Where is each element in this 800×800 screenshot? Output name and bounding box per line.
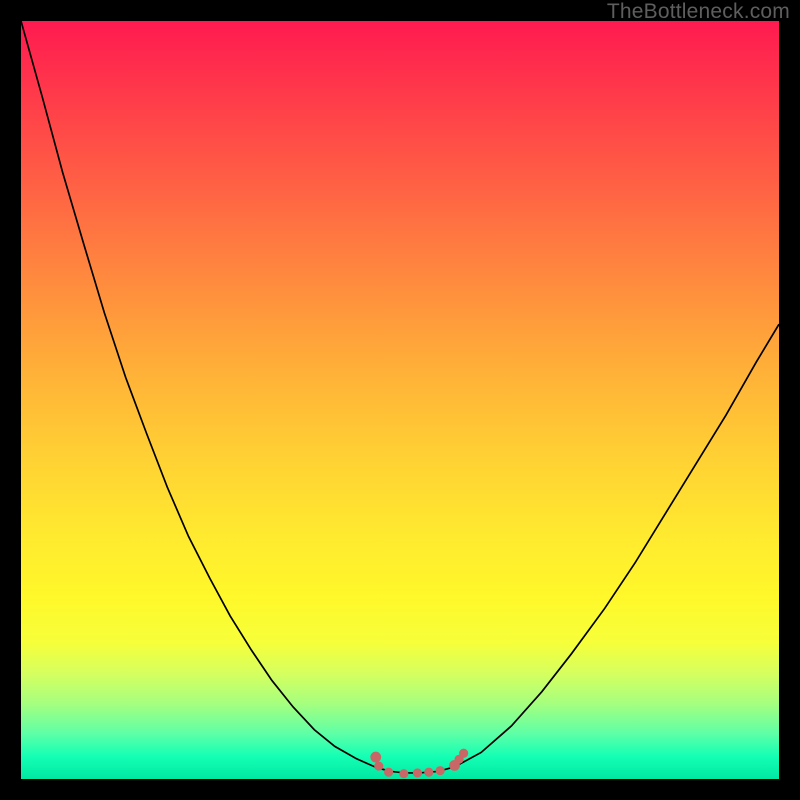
- bottleneck-plot: [21, 21, 779, 779]
- marker-group: [370, 749, 468, 779]
- marker-dot: [413, 768, 422, 777]
- marker-dot: [424, 768, 433, 777]
- marker-dot: [370, 752, 381, 763]
- marker-dot: [436, 766, 445, 775]
- chart-frame: [21, 21, 779, 779]
- watermark-text: TheBottleneck.com: [607, 0, 790, 24]
- marker-dot: [384, 768, 393, 777]
- marker-dot: [374, 762, 383, 771]
- bottleneck-curve: [21, 21, 779, 773]
- marker-dot: [459, 749, 468, 758]
- marker-dot: [399, 769, 408, 778]
